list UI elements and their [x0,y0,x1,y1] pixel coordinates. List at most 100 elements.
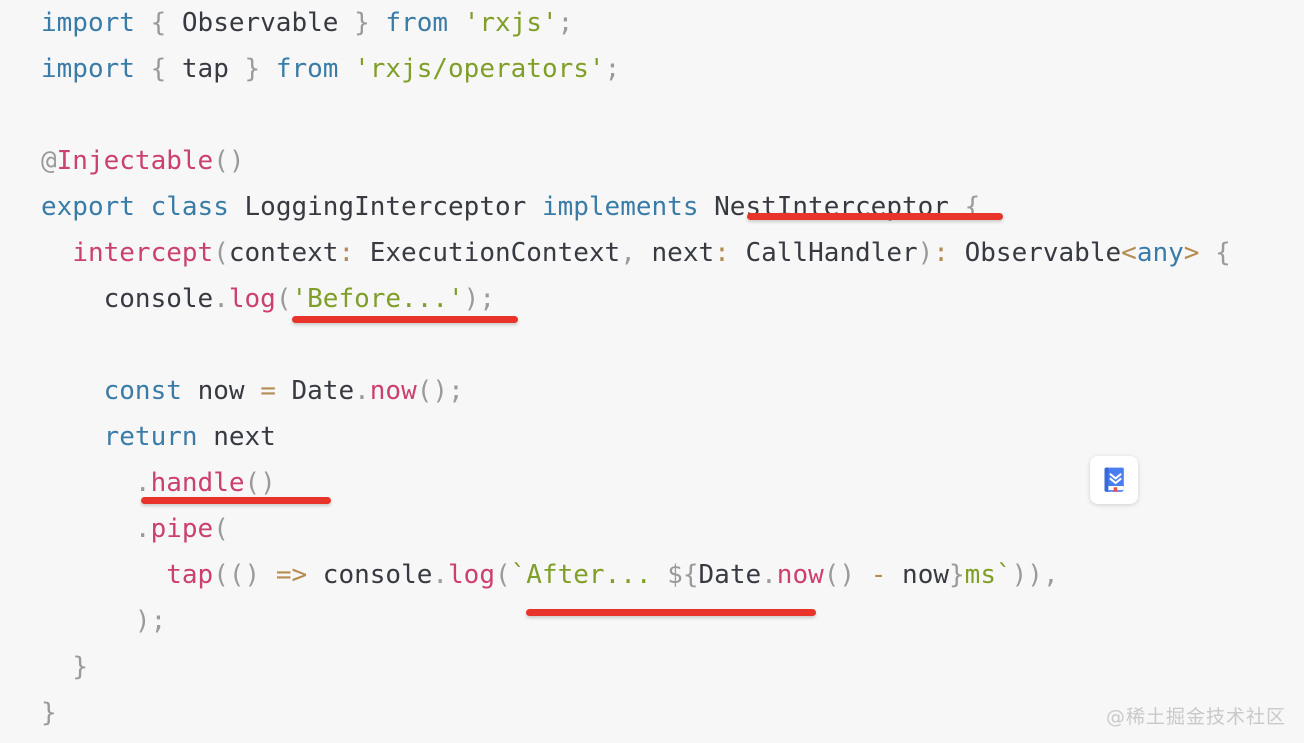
token-log: log [228,284,276,314]
token-backtick: ` [995,560,1012,590]
token-class: class [150,192,229,222]
token-dot: . [761,560,777,590]
token-semicolon: ; [448,376,464,406]
token-now-method: now [776,560,824,590]
token-rparen: ) [228,146,245,176]
token-lparen: ( [416,376,433,406]
code-line-2: import { tap } from 'rxjs/operators'; [0,46,1304,92]
token-injectable: Injectable [56,146,214,176]
code-line-3-blank [0,92,1304,138]
token-import: import [41,54,135,84]
token-method-intercept: intercept [72,238,214,268]
token-comma: , [620,238,636,268]
watermark-text: @稀土掘金技术社区 [1105,706,1286,728]
token-rbrace: } [354,8,370,38]
code-line-9: const now = Date.now(); [0,368,1304,414]
token-interp-close: } [949,560,965,590]
token-rparen: ) [463,284,480,314]
token-lparen: ( [213,514,229,544]
token-const: const [103,376,182,406]
token-rparen: ) [134,606,151,636]
token-colon: : [714,238,730,268]
marker-underline-handle [141,497,331,504]
book-reader-button[interactable] [1090,456,1138,504]
token-param-next: next [651,238,715,268]
token-class-name: LoggingInterceptor [244,192,527,222]
code-line-13: tap(() => console.log(`After... ${Date.n… [0,552,1304,598]
token-before-string: 'Before...' [291,284,464,314]
token-lbrace: { [150,54,167,84]
token-rbrace: } [244,54,261,84]
token-minus: - [870,560,887,590]
token-dot: . [134,468,151,498]
token-from: from [275,54,339,84]
token-lparen: ( [275,284,292,314]
token-lparen: ( [213,238,229,268]
token-lparen: ( [823,560,840,590]
marker-underline-nestinterceptor [747,213,1003,220]
token-lparen: ( [213,560,229,590]
token-after-literal-open: `After... [510,560,668,590]
token-type-call-handler: CallHandler [745,238,918,268]
token-rparen: ) [244,560,261,590]
token-rbrace: } [72,652,88,682]
code-line-14: ); [0,598,1304,644]
token-rparen: ) [917,238,934,268]
token-generic-any: any [1136,238,1184,268]
token-implements: implements [541,192,699,222]
token-rparen: ) [260,468,276,498]
token-now-method: now [369,376,417,406]
token-console: console [103,284,214,314]
token-next-var: next [213,422,276,452]
token-dot: . [432,560,449,590]
token-return: return [103,422,198,452]
code-line-7: console.log('Before...'); [0,276,1304,322]
token-dot: . [134,514,151,544]
code-snippet-page: import { Observable } from 'rxjs'; import… [0,0,1304,743]
token-date: Date [698,560,762,590]
token-lparen: ( [228,560,245,590]
token-import: import [41,8,135,38]
token-return-type: Observable [964,238,1122,268]
token-param-context: context [228,238,339,268]
token-log: log [448,560,495,590]
token-lbrace: { [1215,238,1231,268]
token-rxjs-module: 'rxjs' [463,8,558,38]
token-rparen: ) [1027,560,1043,590]
code-block: import { Observable } from 'rxjs'; import… [0,0,1304,736]
code-line-4: @Injectable() [0,138,1304,184]
token-arrow: => [275,560,308,590]
token-handle: handle [150,468,245,498]
token-lparen: ( [495,560,511,590]
token-ms-suffix: ms [964,560,996,590]
token-semicolon: ; [479,284,495,314]
token-rxjs-operators-module: 'rxjs/operators' [354,54,605,84]
code-line-6: intercept(context: ExecutionContext, nex… [0,230,1304,276]
token-dot: . [354,376,370,406]
code-line-1: import { Observable } from 'rxjs'; [0,0,1304,46]
token-semicolon: ; [557,8,574,38]
token-colon: : [338,238,355,268]
token-comma: , [1042,560,1059,590]
token-export: export [41,192,135,222]
code-line-8-blank [0,322,1304,368]
token-lbrace: { [150,8,167,38]
token-colon: : [933,238,949,268]
token-rparen: ) [1011,560,1028,590]
token-date: Date [291,376,355,406]
token-semicolon: ; [150,606,167,636]
marker-underline-before-string [292,316,518,323]
marker-underline-after-template [526,609,816,616]
book-chevron-down-icon [1099,465,1129,495]
token-rparen: ) [839,560,856,590]
code-line-15: } [0,644,1304,690]
token-tap: tap [166,560,214,590]
token-lparen: ( [244,468,261,498]
token-interp-open: ${ [667,560,699,590]
token-type-execution-context: ExecutionContext [369,238,621,268]
token-pipe: pipe [150,514,214,544]
token-rparen: ) [432,376,449,406]
token-gt: > [1183,238,1200,268]
token-dot: . [213,284,229,314]
token-from: from [385,8,449,38]
